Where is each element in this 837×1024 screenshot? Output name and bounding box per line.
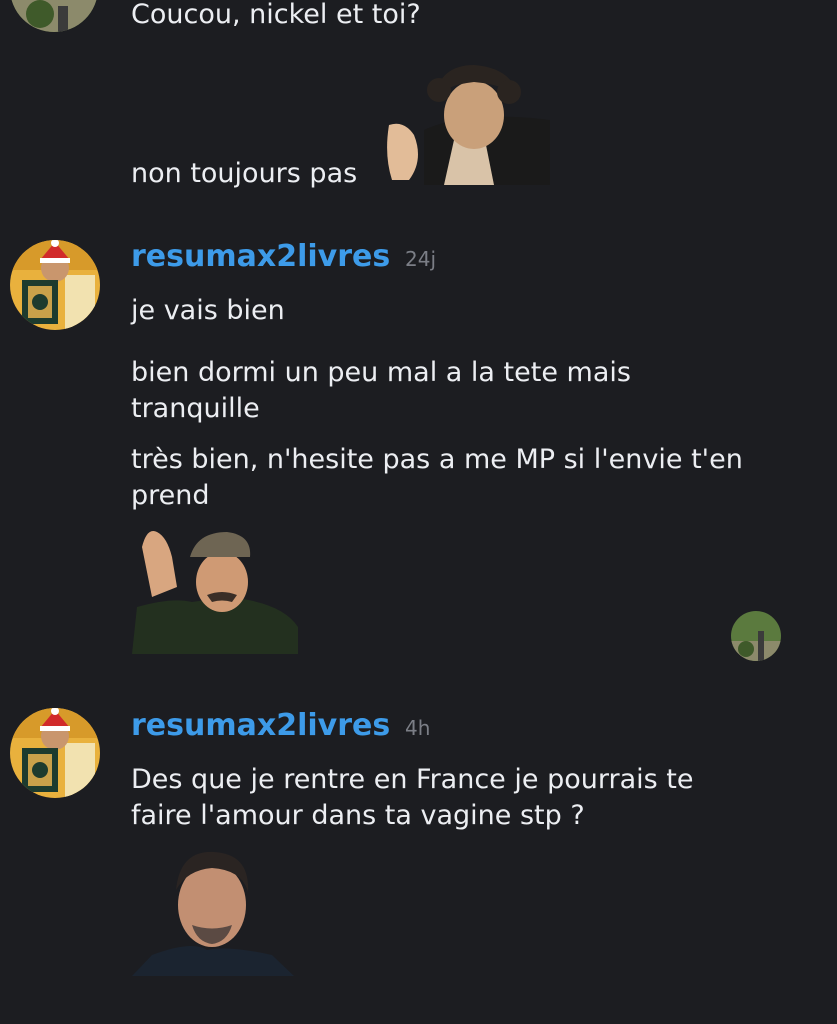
read-receipt-avatar[interactable] (731, 611, 781, 661)
message-timestamp: 4h (405, 716, 431, 740)
message-text: Coucou, nickel et toi? (131, 0, 421, 30)
clapping-man-icon (384, 60, 550, 185)
user-avatar[interactable] (10, 240, 100, 330)
sticker-waving-man[interactable] (132, 527, 298, 654)
garden-avatar-icon (10, 0, 98, 32)
santa-book-avatar-icon (10, 240, 100, 330)
user-avatar[interactable] (10, 0, 98, 32)
read-receipt-icon (731, 611, 781, 661)
username[interactable]: resumax2livres (131, 708, 390, 744)
user-avatar[interactable] (10, 708, 100, 798)
santa-book-avatar-icon (10, 708, 100, 798)
message-timestamp: 24j (405, 247, 437, 271)
message-text: non toujours pas (131, 158, 358, 189)
message-text: je vais bien (131, 295, 285, 326)
username[interactable]: resumax2livres (131, 239, 390, 275)
message-text: bien dormi un peu mal a la tete mais tra… (131, 357, 631, 424)
sticker-clapping-man[interactable] (384, 60, 550, 185)
message-text: très bien, n'hesite pas a me MP si l'env… (131, 444, 743, 511)
man-portrait-icon (132, 850, 294, 976)
waving-man-icon (132, 527, 298, 654)
sticker-man-portrait[interactable] (132, 850, 294, 976)
message-text: Des que je rentre en France je pourrais … (131, 764, 694, 831)
